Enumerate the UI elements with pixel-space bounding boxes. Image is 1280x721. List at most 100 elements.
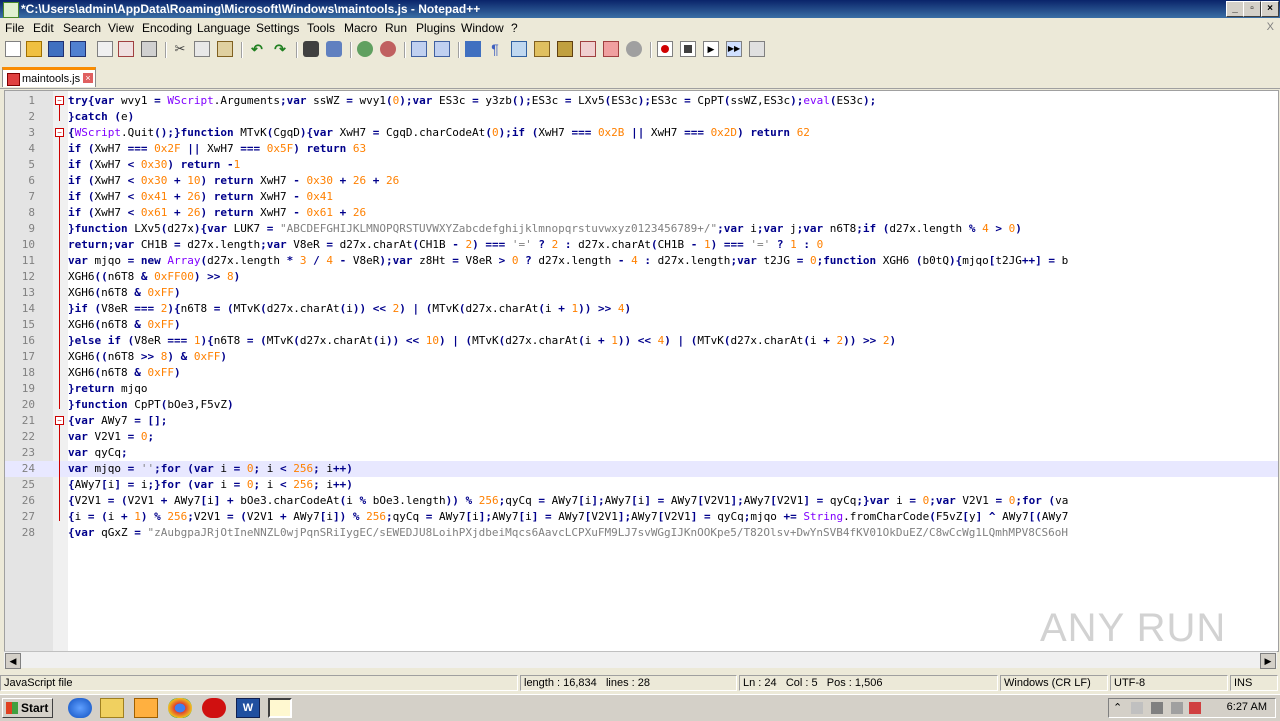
code-line[interactable]: 7 if (XwH7 < 0x41 + 26) return XwH7 - 0x4… — [5, 189, 1278, 205]
code-line[interactable]: 4 if (XwH7 === 0x2F || XwH7 === 0x5F) ret… — [5, 141, 1278, 157]
zoom-out-icon[interactable] — [380, 41, 396, 57]
find-icon[interactable] — [303, 41, 319, 57]
word-icon[interactable]: W — [236, 698, 260, 718]
play-macro-multiple-icon[interactable]: ▶▶ — [726, 41, 742, 57]
menu-settings[interactable]: Settings — [256, 21, 299, 35]
menu-encoding[interactable]: Encoding — [142, 21, 192, 35]
indent-guide-icon[interactable] — [511, 41, 527, 57]
save-icon[interactable] — [48, 41, 64, 57]
sync-horizontal-icon[interactable] — [434, 41, 450, 57]
chrome-icon[interactable] — [168, 698, 192, 718]
menu-macro[interactable]: Macro — [344, 21, 377, 35]
tab-maintools[interactable]: maintools.js × — [2, 67, 96, 87]
code-line[interactable]: 27 {i = (i + 1) % 256;V2V1 = (V2V1 + AWy7… — [5, 509, 1278, 525]
code-line[interactable]: 8 if (XwH7 < 0x61 + 26) return XwH7 - 0x6… — [5, 205, 1278, 221]
menu-language[interactable]: Language — [197, 21, 250, 35]
code-line[interactable]: 22 var V2V1 = 0; — [5, 429, 1278, 445]
minimize-button[interactable]: _ — [1226, 1, 1244, 17]
media-player-icon[interactable] — [134, 698, 158, 718]
sync-vertical-icon[interactable] — [411, 41, 427, 57]
fold-toggle-icon[interactable]: − — [55, 96, 64, 105]
function-list-icon[interactable] — [580, 41, 596, 57]
undo-icon[interactable]: ↶ — [249, 41, 265, 57]
user-lang-icon[interactable] — [534, 41, 550, 57]
menu-close-doc[interactable]: X — [1267, 21, 1274, 33]
horizontal-scrollbar[interactable]: ◀ ▶ — [4, 651, 1277, 669]
code-line[interactable]: 26 {V2V1 = (V2V1 + AWy7[i] + bOe3.charCod… — [5, 493, 1278, 509]
open-folder-icon[interactable] — [26, 41, 42, 57]
redo-icon[interactable]: ↷ — [272, 41, 288, 57]
code-line[interactable]: 12 XGH6((n6T8 & 0xFF00) >> 8) — [5, 269, 1278, 285]
notepadpp-task-icon[interactable] — [268, 698, 292, 718]
save-all-icon[interactable] — [70, 41, 86, 57]
code-line[interactable]: 23 var qyCq; — [5, 445, 1278, 461]
code-line[interactable]: 17 XGH6((n6T8 >> 8) & 0xFF) — [5, 349, 1278, 365]
close-button[interactable]: × — [1261, 1, 1279, 17]
close-all-icon[interactable] — [118, 41, 134, 57]
code-line[interactable]: 19}return mjqo — [5, 381, 1278, 397]
volume-icon[interactable] — [1171, 702, 1183, 714]
menu-search[interactable]: Search — [63, 21, 101, 35]
restore-button[interactable]: ▫ — [1243, 1, 1261, 17]
record-macro-icon[interactable] — [657, 41, 673, 57]
clock[interactable]: 6:27 AM — [1227, 701, 1267, 713]
menu-plugins[interactable]: Plugins — [416, 21, 455, 35]
menu-run[interactable]: Run — [385, 21, 407, 35]
security-icon[interactable] — [1189, 702, 1201, 714]
tab-close-icon[interactable]: × — [83, 73, 93, 83]
folder-workspace-icon[interactable] — [603, 41, 619, 57]
code-line[interactable]: 14}if (V8eR === 2){n6T8 = (MTvK(d27x.cha… — [5, 301, 1278, 317]
monitoring-icon[interactable] — [626, 41, 642, 57]
code-line[interactable]: 25 {AWy7[i] = i;}for (var i = 0; i < 256;… — [5, 477, 1278, 493]
code-line[interactable]: 21 − {var AWy7 = []; — [5, 413, 1278, 429]
zoom-in-icon[interactable] — [357, 41, 373, 57]
explorer-icon[interactable] — [100, 698, 124, 718]
scroll-left-icon[interactable]: ◀ — [5, 653, 21, 669]
menu-window[interactable]: Window — [461, 21, 504, 35]
replace-icon[interactable] — [326, 41, 342, 57]
code-text: try{var wvy1 = WScript.Arguments;var ssW… — [68, 94, 877, 107]
start-button[interactable]: Start — [2, 698, 53, 718]
print-icon[interactable] — [141, 41, 157, 57]
menu-file[interactable]: File — [5, 21, 24, 35]
cut-icon[interactable]: ✂ — [172, 41, 188, 57]
code-line[interactable]: 16}else if (V8eR === 1){n6T8 = (MTvK(d27… — [5, 333, 1278, 349]
menu-tools[interactable]: Tools — [307, 21, 335, 35]
opera-icon[interactable] — [202, 698, 226, 718]
code-line[interactable]: 24 var mjqo = '';for (var i = 0; i < 256;… — [5, 461, 1278, 477]
code-line[interactable]: 15 XGH6(n6T8 & 0xFF) — [5, 317, 1278, 333]
code-line[interactable]: 3 − {WScript.Quit();}function MTvK(CgqD){v… — [5, 125, 1278, 141]
copy-icon[interactable] — [194, 41, 210, 57]
stop-macro-icon[interactable] — [680, 41, 696, 57]
code-line[interactable]: 9}function LXv5(d27x){var LUK7 = "ABCDEF… — [5, 221, 1278, 237]
save-macro-icon[interactable] — [749, 41, 765, 57]
tray-expand-icon[interactable]: ⌃ — [1113, 701, 1122, 714]
word-wrap-icon[interactable] — [465, 41, 481, 57]
code-editor[interactable]: 1− try{var wvy1 = WScript.Arguments;var s… — [4, 90, 1279, 652]
fold-toggle-icon[interactable]: − — [55, 416, 64, 425]
play-macro-icon[interactable]: ▶ — [703, 41, 719, 57]
scroll-right-icon[interactable]: ▶ — [1260, 653, 1276, 669]
ie-icon[interactable] — [68, 698, 92, 718]
code-line[interactable]: 18 XGH6(n6T8 & 0xFF) — [5, 365, 1278, 381]
network-icon[interactable] — [1151, 702, 1163, 714]
code-line[interactable]: 11 var mjqo = new Array(d27x.length * 3 /… — [5, 253, 1278, 269]
code-line[interactable]: 6 if (XwH7 < 0x30 + 10) return XwH7 - 0x3… — [5, 173, 1278, 189]
menu-help[interactable]: ? — [511, 21, 518, 35]
code-line[interactable]: 10 return;var CH1B = d27x.length;var V8eR… — [5, 237, 1278, 253]
menu-edit[interactable]: Edit — [33, 21, 54, 35]
code-line[interactable]: 5 if (XwH7 < 0x30) return -1 — [5, 157, 1278, 173]
doc-map-icon[interactable] — [557, 41, 573, 57]
code-line[interactable]: 1 − try{var wvy1 = WScript.Arguments;var s… — [5, 93, 1278, 109]
code-line[interactable]: 13 XGH6(n6T8 & 0xFF) — [5, 285, 1278, 301]
code-line[interactable]: 28 {var qGxZ = "zAubgpaJRjOtIneNNZL0wjPqn… — [5, 525, 1278, 541]
fold-toggle-icon[interactable]: − — [55, 128, 64, 137]
paste-icon[interactable] — [217, 41, 233, 57]
show-all-chars-icon[interactable]: ¶ — [487, 41, 503, 57]
code-line[interactable]: 20}function CpPT(bOe3,F5vZ) — [5, 397, 1278, 413]
close-file-icon[interactable] — [97, 41, 113, 57]
flag-icon[interactable] — [1131, 702, 1143, 714]
new-file-icon[interactable] — [5, 41, 21, 57]
code-line[interactable]: 2}catch (e) — [5, 109, 1278, 125]
menu-view[interactable]: View — [108, 21, 134, 35]
